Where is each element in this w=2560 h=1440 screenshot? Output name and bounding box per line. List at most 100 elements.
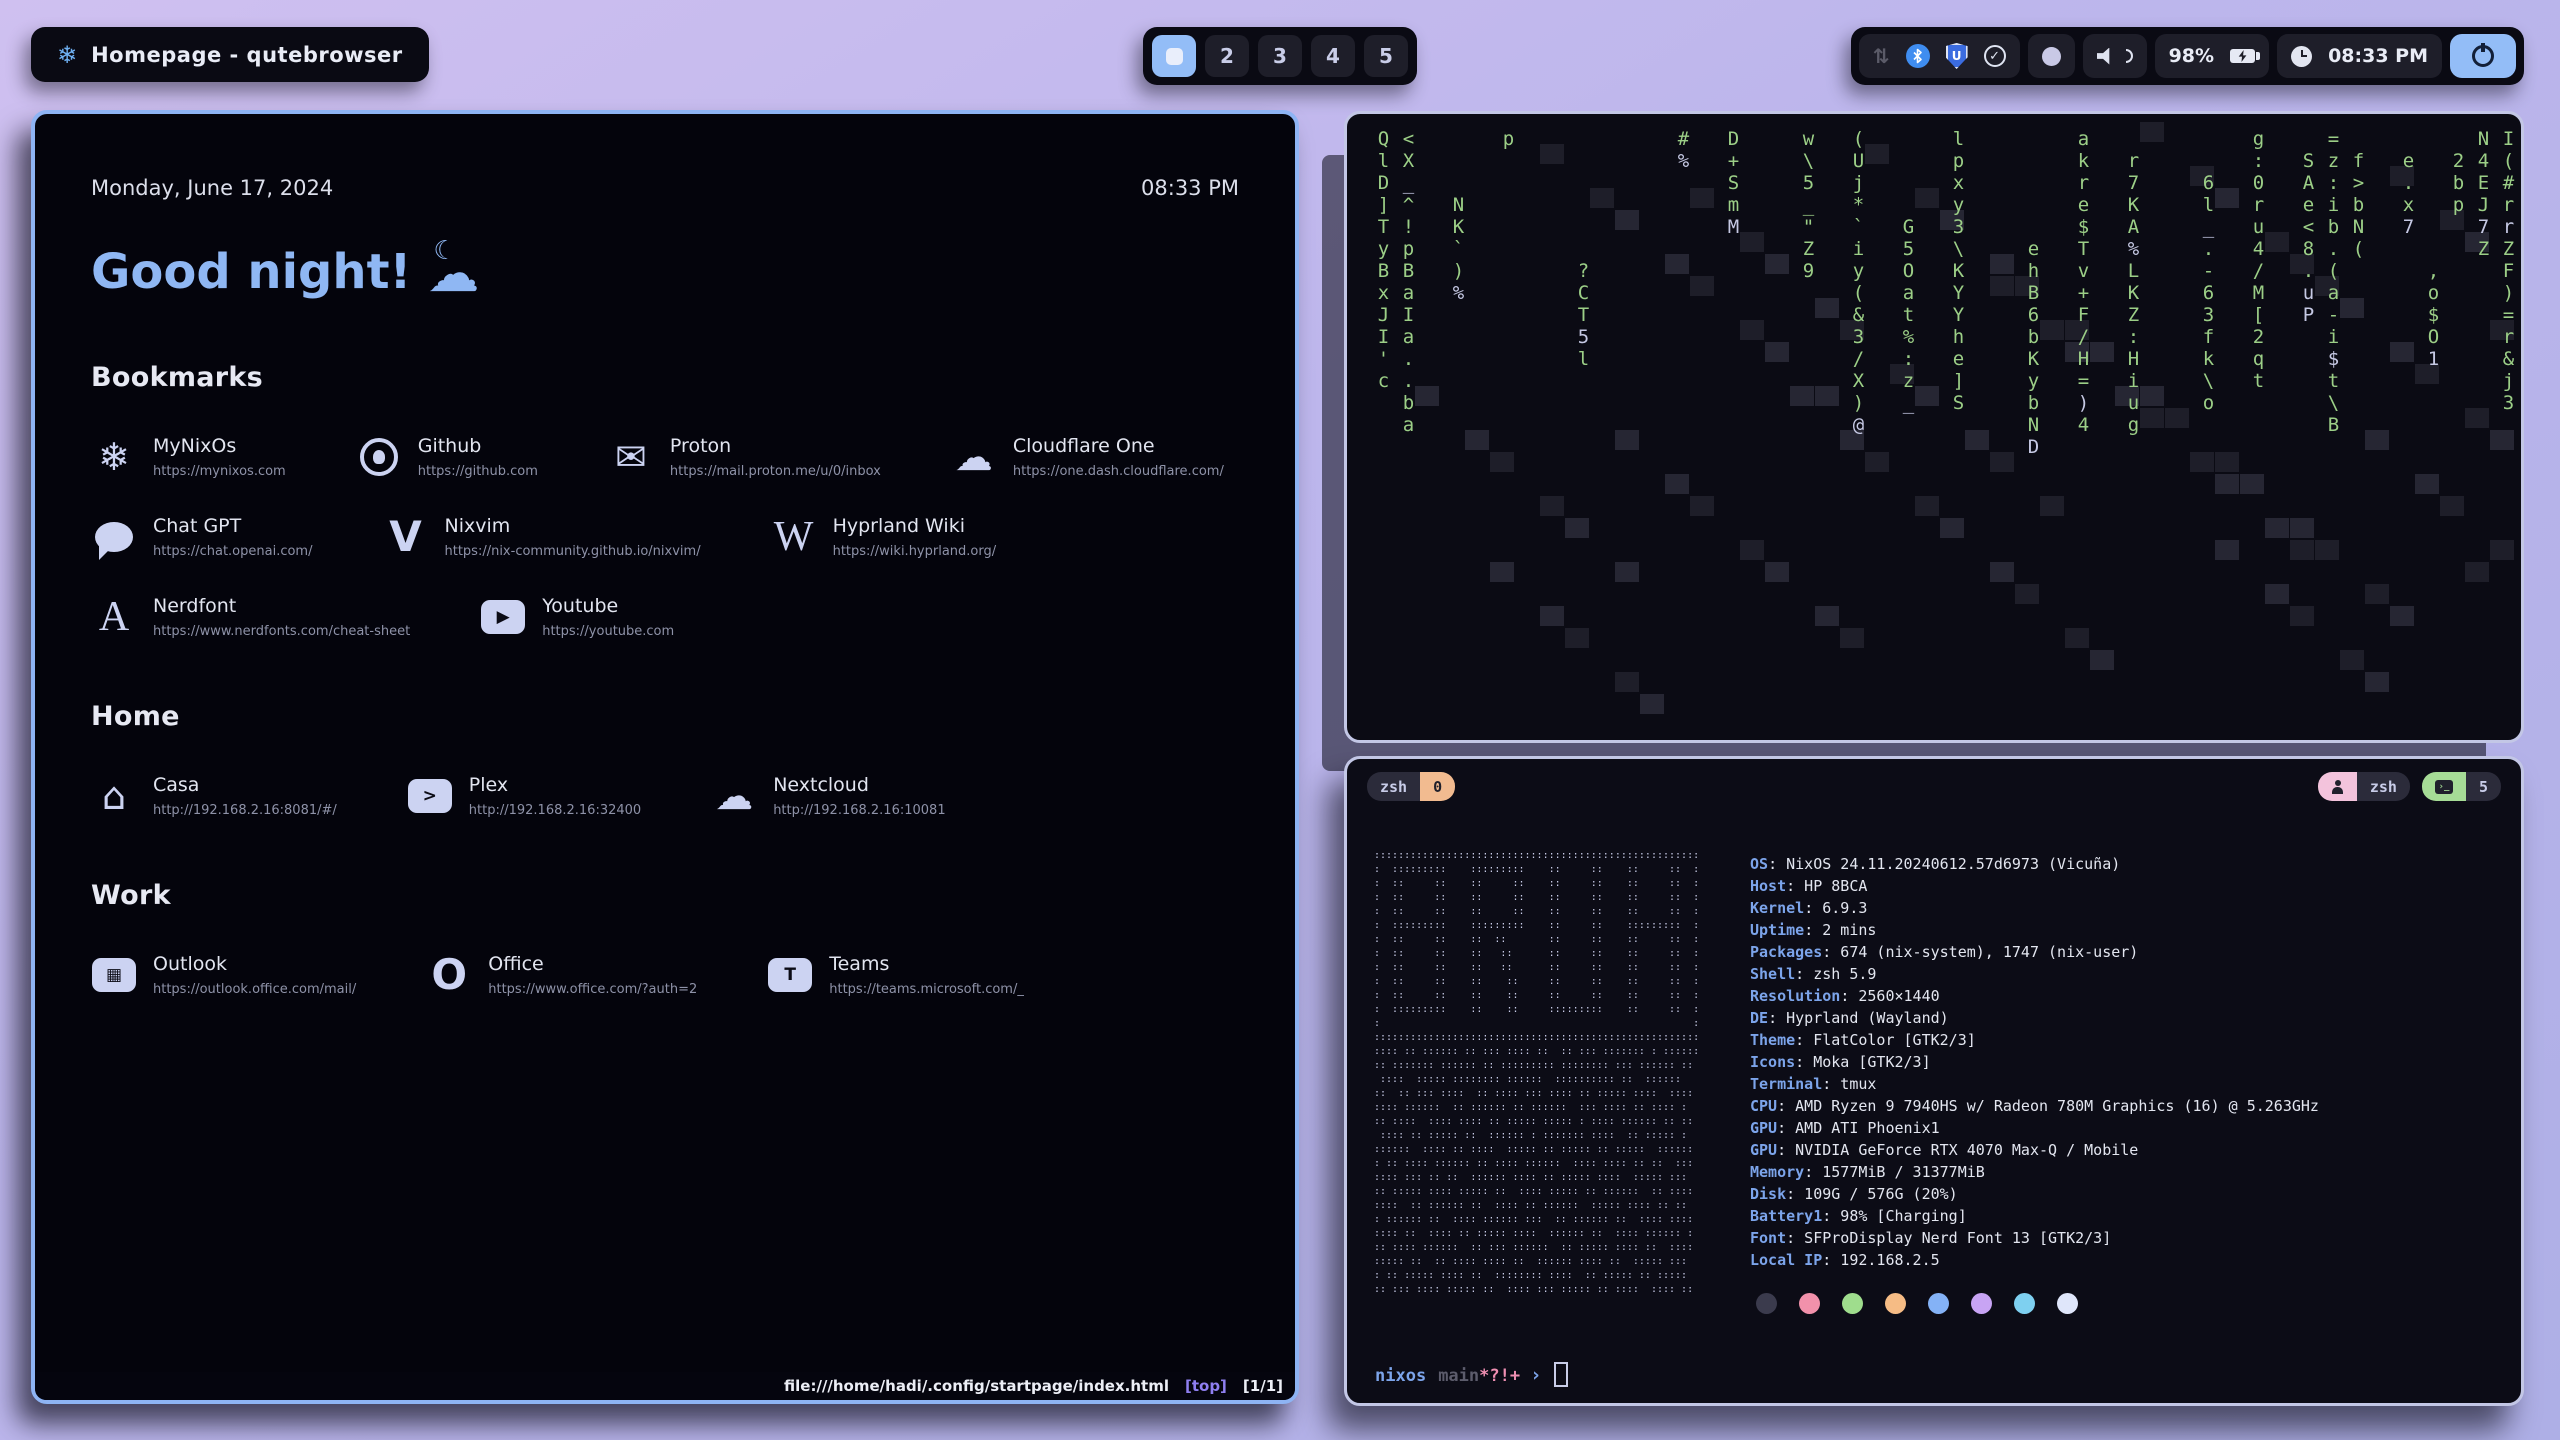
- bluetooth-icon[interactable]: [1906, 44, 1930, 68]
- matrix-char: .: [1396, 370, 1421, 392]
- bookmark-url: https://chat.openai.com/: [153, 544, 312, 559]
- tmux-status-right: zsh ›_5: [2318, 772, 2501, 801]
- chat-icon: [91, 522, 137, 552]
- tmux-status-pill[interactable]: zsh: [2318, 772, 2410, 801]
- matrix-rain: QlD]TyBxJI'c<X_^!pBaIa..baNK`)%p?CT5l#%D…: [1347, 114, 2521, 740]
- matrix-char: X: [1846, 370, 1871, 392]
- matrix-char: i: [2321, 194, 2346, 216]
- fetch-info-row: Terminal: tmux: [1750, 1073, 2319, 1095]
- matrix-char: a: [2071, 128, 2096, 150]
- matrix-char: K: [2021, 348, 2046, 370]
- matrix-trail-square: [1590, 188, 1614, 208]
- youtube-icon: ▶: [480, 600, 526, 634]
- matrix-char: >: [2346, 172, 2371, 194]
- matrix-trail-square: [1690, 188, 1714, 208]
- matrix-char: *: [1846, 194, 1871, 216]
- bookmark-item[interactable]: ⌂Casahttp://192.168.2.16:8081/#/: [91, 774, 337, 818]
- bookmark-item[interactable]: ☁Nextcloudhttp://192.168.2.16:10081: [711, 774, 945, 818]
- recorder-group[interactable]: [2028, 34, 2075, 78]
- hyprwiki-icon: W: [771, 516, 817, 558]
- matrix-char: w: [1796, 128, 1821, 150]
- matrix-char: 5: [1796, 172, 1821, 194]
- window-title-pill: ❄ Homepage - qutebrowser: [31, 27, 429, 82]
- bookmark-item[interactable]: ❄MyNixOshttps://mynixos.com: [91, 435, 286, 479]
- bookmark-item[interactable]: ▦Outlookhttps://outlook.office.com/mail/: [91, 953, 356, 997]
- tmux-status-pill[interactable]: ›_5: [2422, 772, 2501, 801]
- bookmark-item[interactable]: TTeamshttps://teams.microsoft.com/_: [767, 953, 1024, 997]
- matrix-terminal-window[interactable]: QlD]TyBxJI'c<X_^!pBaIa..baNK`)%p?CT5l#%D…: [1344, 111, 2524, 743]
- fetch-info-row: Kernel: 6.9.3: [1750, 897, 2319, 919]
- statusbar-tab-counter: [1/1]: [1243, 1377, 1283, 1395]
- terminal-cursor: [1554, 1362, 1568, 1387]
- bookmark-item[interactable]: ☁Cloudflare Onehttps://one.dash.cloudfla…: [951, 435, 1224, 479]
- fetch-info-row: Icons: Moka [GTK2/3]: [1750, 1051, 2319, 1073]
- power-button[interactable]: [2450, 34, 2516, 78]
- bookmark-url: https://www.office.com/?auth=2: [488, 982, 697, 997]
- matrix-char: $: [2321, 348, 2346, 370]
- matrix-char: N: [1446, 194, 1471, 216]
- bookmark-grid: ⌂Casahttp://192.168.2.16:8081/#/>Plexhtt…: [91, 774, 1239, 818]
- matrix-char: e: [2071, 194, 2096, 216]
- bookmark-item[interactable]: WHyprland Wikihttps://wiki.hyprland.org/: [771, 515, 997, 559]
- volume-group[interactable]: [2083, 34, 2147, 78]
- matrix-char: :: [1896, 348, 1921, 370]
- matrix-char: T: [1371, 216, 1396, 238]
- matrix-char: o: [2421, 282, 2446, 304]
- matrix-char: T: [2071, 238, 2096, 260]
- bookmark-item[interactable]: ANerdfonthttps://www.nerdfonts.com/cheat…: [91, 595, 410, 639]
- matrix-trail-square: [1765, 342, 1789, 362]
- matrix-char: y: [1371, 238, 1396, 260]
- bookmark-item[interactable]: OOfficehttps://www.office.com/?auth=2: [426, 953, 697, 997]
- bookmark-item[interactable]: >Plexhttp://192.168.2.16:32400: [407, 774, 641, 818]
- bookmark-item[interactable]: Githubhttps://github.com: [356, 435, 538, 479]
- bookmark-url: http://192.168.2.16:32400: [469, 803, 641, 818]
- matrix-char: 3: [2496, 392, 2521, 414]
- tmux-session-pill[interactable]: zsh 0: [1367, 772, 1455, 801]
- qutebrowser-window: Monday, June 17, 2024 08:33 PM Good nigh…: [31, 110, 1299, 1404]
- matrix-char: .: [1396, 348, 1421, 370]
- nixos-logo-icon: ❄: [57, 41, 77, 69]
- matrix-char: x: [1946, 172, 1971, 194]
- bookmark-item[interactable]: ▶Youtubehttps://youtube.com: [480, 595, 674, 639]
- matrix-char: /: [2071, 326, 2096, 348]
- matrix-char: K: [1446, 216, 1471, 238]
- office-icon: O: [426, 954, 472, 996]
- nerdfont-icon: A: [91, 596, 137, 638]
- network-icon[interactable]: ⇅: [1873, 44, 1890, 68]
- check-circle-icon[interactable]: ✓: [1984, 45, 2006, 67]
- matrix-char: A: [2121, 216, 2146, 238]
- matrix-char: &: [1846, 304, 1871, 326]
- matrix-char: ]: [1371, 194, 1396, 216]
- fetch-info-row: Shell: zsh 5.9: [1750, 963, 2319, 985]
- matrix-char: I: [1396, 304, 1421, 326]
- fetch-info-row: Host: HP 8BCA: [1750, 875, 2319, 897]
- matrix-char: l: [2196, 194, 2221, 216]
- bookmark-item[interactable]: ✉Protonhttps://mail.proton.me/u/0/inbox: [608, 435, 881, 479]
- matrix-char: r: [2246, 194, 2271, 216]
- matrix-trail-square: [1915, 496, 1939, 516]
- workspace-button-3[interactable]: 3: [1258, 35, 1302, 77]
- matrix-char: a: [1896, 282, 1921, 304]
- workspace-button-2[interactable]: 2: [1205, 35, 1249, 77]
- matrix-char: 6: [2196, 172, 2221, 194]
- bookmark-name: Plex: [469, 774, 641, 796]
- tmux-terminal-window[interactable]: zsh 0 zsh›_5 :::::::::::::::::::::::::::…: [1344, 756, 2524, 1406]
- bookmark-item[interactable]: Chat GPThttps://chat.openai.com/: [91, 515, 312, 559]
- matrix-char: U: [1846, 150, 1871, 172]
- matrix-trail-square: [1490, 452, 1514, 472]
- workspace-button-5[interactable]: 5: [1364, 35, 1408, 77]
- matrix-char: f: [2346, 150, 2371, 172]
- matrix-char: g: [2246, 128, 2271, 150]
- matrix-char: j: [2496, 370, 2521, 392]
- matrix-char: F: [2071, 304, 2096, 326]
- time-text: 08:33 PM: [1141, 176, 1239, 200]
- vpn-shield-icon[interactable]: U: [1946, 43, 1968, 69]
- prompt-git-flags: *?!+: [1479, 1366, 1520, 1386]
- matrix-char: 6: [2196, 282, 2221, 304]
- workspace-button-4[interactable]: 4: [1311, 35, 1355, 77]
- bookmark-grid: ▦Outlookhttps://outlook.office.com/mail/…: [91, 953, 1239, 997]
- workspace-button-1[interactable]: [1152, 35, 1196, 77]
- tmux-window-index: 0: [1420, 772, 1455, 801]
- shell-prompt[interactable]: nixosmain*?!+›: [1375, 1362, 1568, 1387]
- bookmark-item[interactable]: VNixvimhttps://nix-community.github.io/n…: [382, 515, 700, 559]
